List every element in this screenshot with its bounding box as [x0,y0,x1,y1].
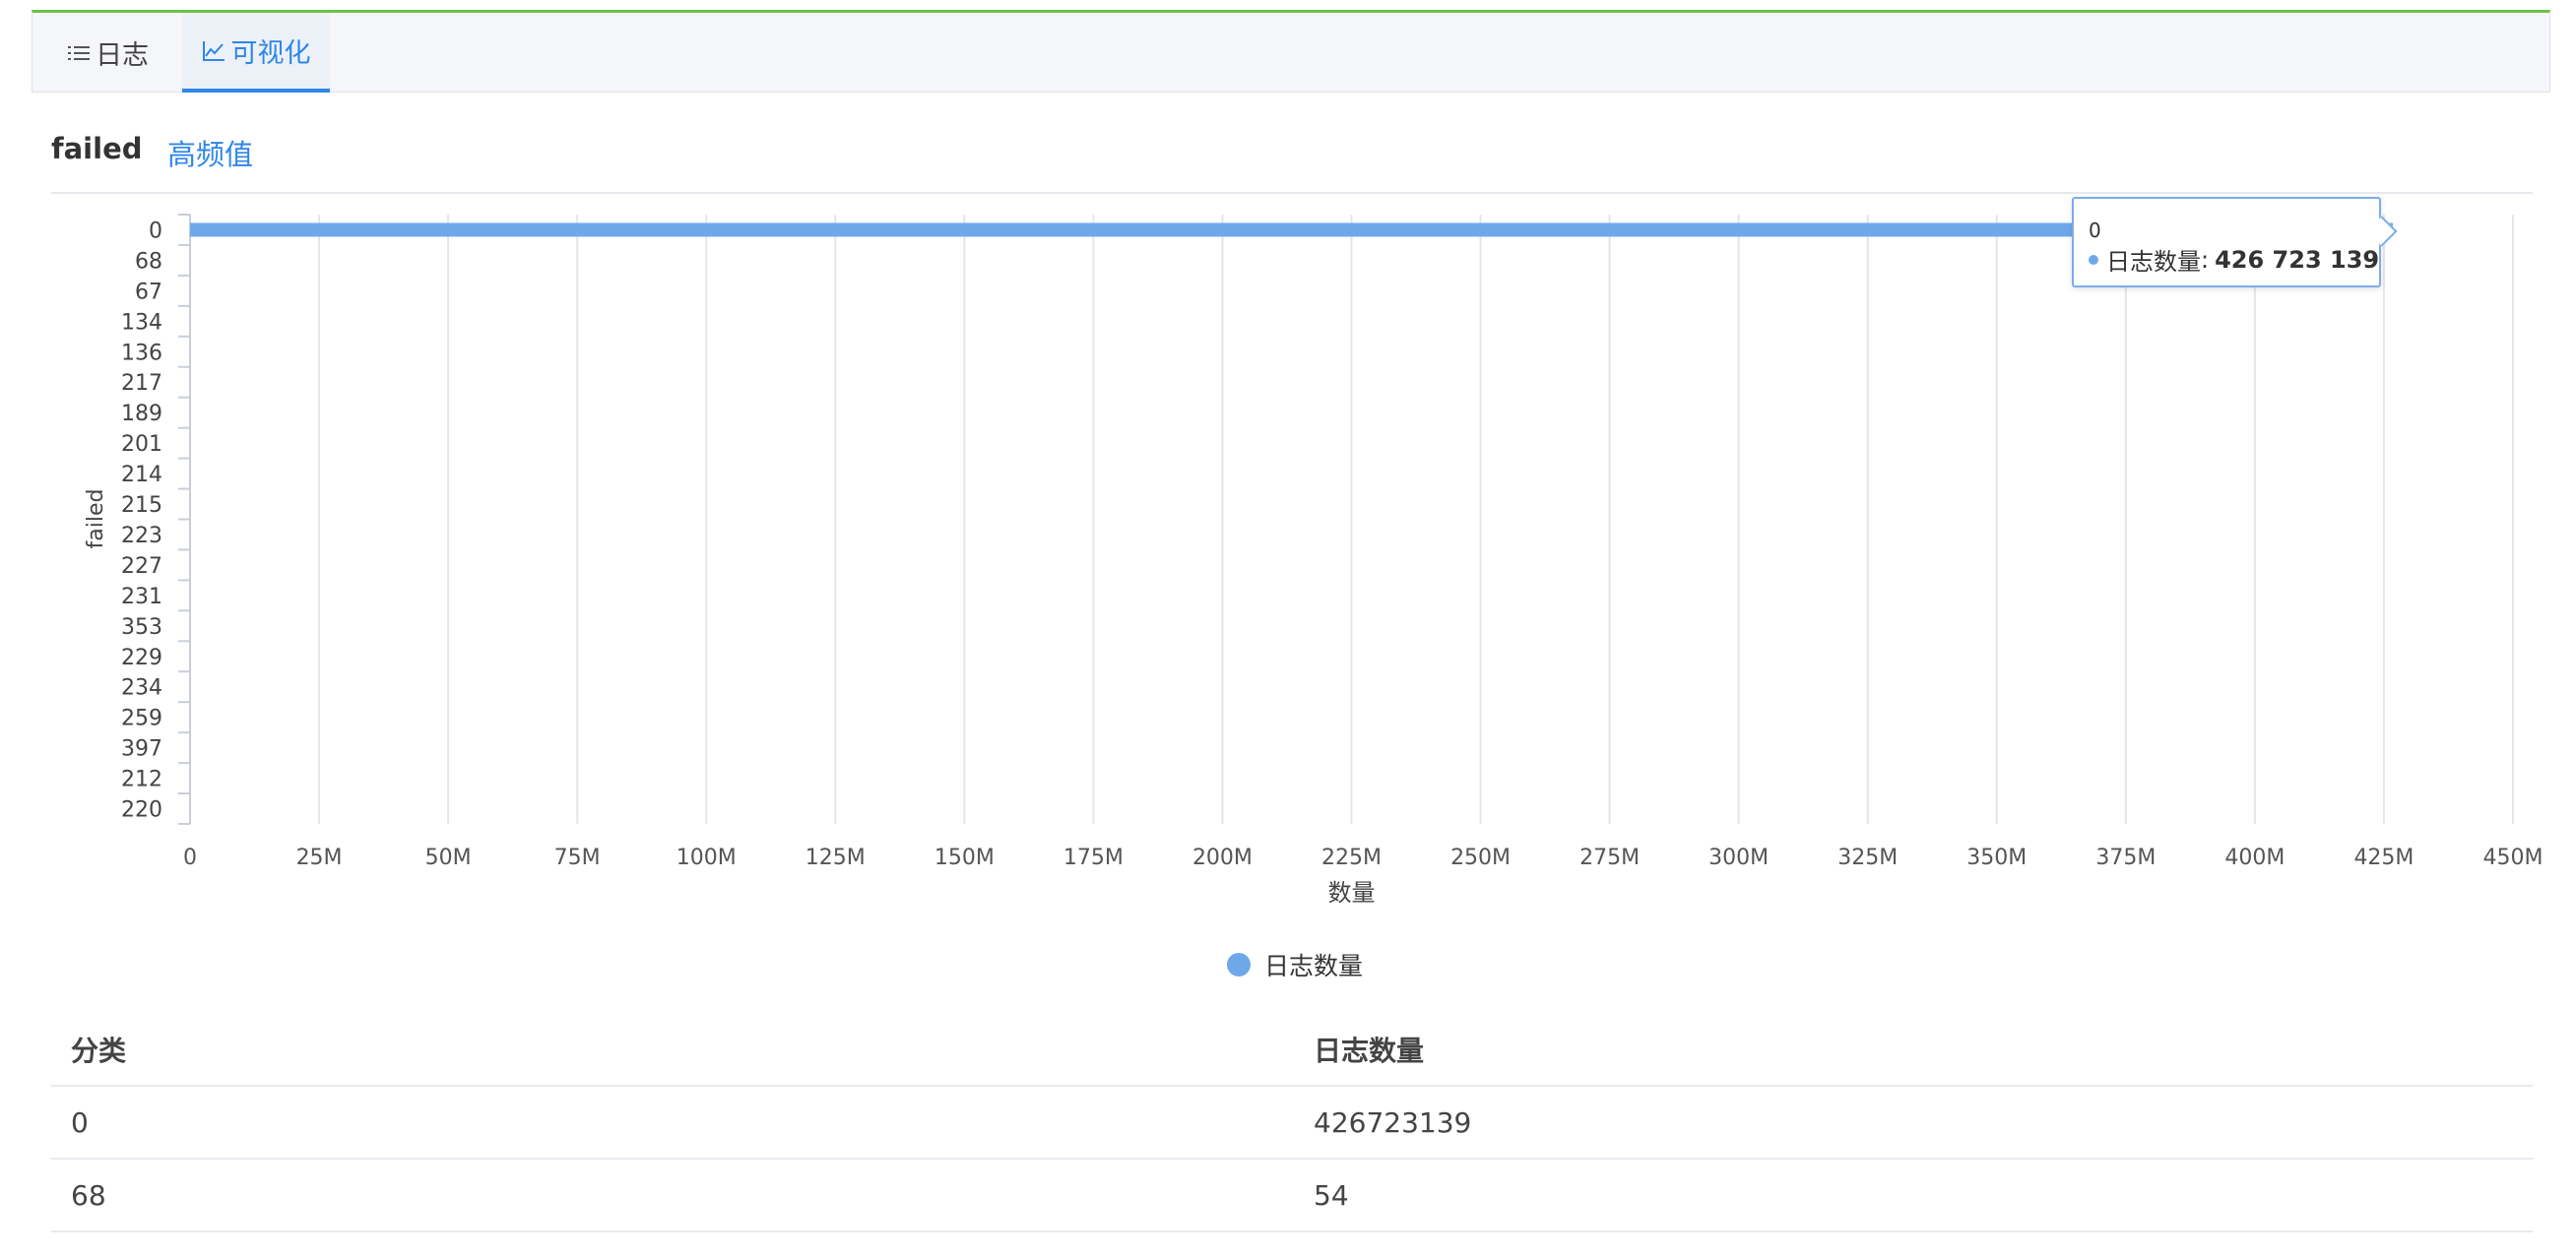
chart-legend[interactable]: 日志数量 [1227,947,1363,982]
y-tick-label: 214 [121,463,162,487]
y-tick-label: 212 [121,768,162,792]
x-tick-label: 375M [2095,846,2156,870]
x-tick-label: 425M [2353,846,2414,870]
line-chart-icon [202,40,225,61]
y-tick-label: 397 [121,737,162,762]
y-tick-label: 136 [121,341,162,365]
table-row: 68 54 [51,1160,2533,1232]
legend-label: 日志数量 [1264,952,1364,980]
y-tick-label: 227 [121,554,162,579]
x-tick-label: 150M [934,846,995,870]
header-log-count: 日志数量 [1314,1035,1425,1067]
x-tick-label: 50M [425,846,472,870]
tab-visualization-label: 可视化 [230,38,311,69]
y-tick-label: 234 [121,676,162,701]
y-tick-label: 134 [121,310,162,335]
list-icon [68,45,90,60]
tooltip-row: 日志数量: 426 723 139 [2089,242,2379,277]
legend-marker [1227,953,1251,976]
x-tick-label: 250M [1450,846,1511,870]
header-category: 分类 [71,1035,127,1067]
x-tick-label: 225M [1321,846,1382,870]
y-tick-label: 231 [121,585,162,609]
row-category: 68 [71,1178,106,1212]
y-axis-title: failed [84,489,108,549]
y-tick-label: 353 [121,615,162,640]
y-tick-label: 201 [121,432,162,457]
tab-visualization[interactable]: 可视化 [182,13,330,93]
x-tick-label: 75M [554,846,601,870]
x-tick-label: 450M [2483,846,2544,870]
y-tick-label: 259 [121,707,162,731]
x-tick-label: 275M [1579,846,1640,870]
x-tick-label: 100M [676,846,737,870]
y-tick-label: 68 [135,249,162,274]
x-tick-label: 0 [183,846,197,870]
tooltip-series-dot [2089,254,2098,265]
tooltip-title: 0 [2089,219,2101,242]
y-tick-label: 223 [121,524,162,548]
field-name: failed [51,132,143,165]
x-tick-label: 25M [296,846,343,870]
x-tick-label: 350M [1966,846,2027,870]
subtab-top-values[interactable]: 高频值 [167,132,253,173]
table-header: 分类 日志数量 [51,1014,2533,1087]
y-tick-label: 215 [121,493,162,518]
y-tick-label: 220 [121,798,162,823]
table-row: 0 426723139 [51,1087,2533,1160]
row-category: 0 [71,1105,89,1139]
row-count: 54 [1314,1178,1349,1212]
tab-bar: 日志 可视化 [32,10,2550,93]
x-tick-label: 300M [1708,846,1769,870]
y-tick-label: 189 [121,402,162,426]
y-tick-label: 0 [149,219,162,243]
x-tick-label: 325M [1837,846,1898,870]
x-tick-label: 200M [1192,846,1253,870]
y-tick-label: 229 [121,646,162,670]
tooltip-series-name: 日志数量 [2106,248,2201,276]
tab-logs[interactable]: 日志 [68,13,149,93]
tab-logs-label: 日志 [96,40,149,71]
tooltip-value: 426 723 139 [2215,245,2380,274]
x-tick-label: 400M [2224,846,2285,870]
data-table: 分类 日志数量 0 426723139 68 54 [51,1014,2533,1232]
y-tick-label: 67 [135,280,162,304]
bar-chart: 0 25M 50M 75M 100M 125M 150M 175M 200M 225M 250M 27… [84,214,2544,907]
row-count: 426723139 [1314,1105,1472,1139]
x-axis-title: 数量 [1328,879,1376,907]
x-tick-label: 125M [805,846,866,870]
chart-tooltip: 0 日志数量: 426 723 139 [2072,197,2381,287]
y-tick-label: 217 [121,371,162,396]
bar [190,222,2393,237]
x-tick-label: 175M [1063,846,1124,870]
